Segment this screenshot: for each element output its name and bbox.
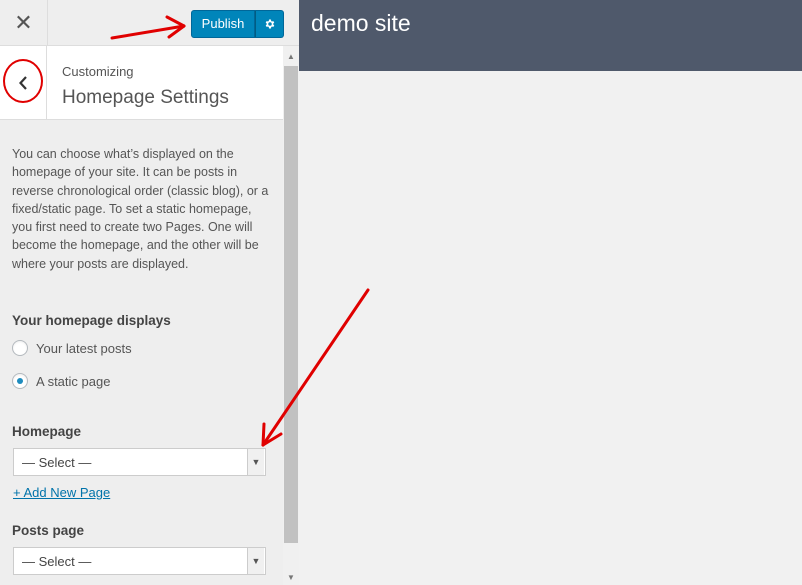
section-description: You can choose what’s displayed on the h… — [12, 147, 269, 271]
customizer-header: ✕ Publish — [0, 0, 299, 46]
posts-page-label: Posts page — [12, 523, 85, 538]
posts-page-select[interactable]: — Select — ▼ — [13, 547, 266, 575]
radio-label: Your latest posts — [36, 340, 132, 356]
section-header: Customizing Homepage Settings — [0, 46, 283, 120]
scroll-down-icon[interactable]: ▼ — [283, 569, 299, 585]
homepage-select[interactable]: — Select — ▼ — [13, 448, 266, 476]
publish-group: Publish — [191, 10, 284, 38]
customizer-panel: ✕ Publish Customizing Homepage Settings … — [0, 0, 299, 585]
section-content: You can choose what’s displayed on the h… — [0, 120, 283, 585]
chevron-down-icon: ▼ — [247, 548, 264, 574]
homepage-displays-label: Your homepage displays — [12, 313, 171, 328]
scroll-up-icon[interactable]: ▲ — [283, 48, 299, 64]
site-header: demo site — [299, 0, 802, 71]
back-button[interactable] — [0, 46, 47, 120]
scrollbar-thumb[interactable] — [284, 66, 298, 543]
section-title: Homepage Settings — [62, 87, 229, 108]
posts-page-select-value: — Select — — [22, 553, 92, 569]
radio-button[interactable] — [12, 340, 28, 356]
radio-button[interactable] — [12, 373, 28, 389]
close-button[interactable]: ✕ — [0, 0, 48, 46]
radio-static-page[interactable]: A static page — [12, 373, 110, 389]
chevron-down-icon: ▼ — [247, 449, 264, 475]
site-title[interactable]: demo site — [311, 10, 411, 37]
site-preview: demo site — [299, 0, 802, 585]
gear-icon — [265, 19, 274, 29]
publish-button[interactable]: Publish — [191, 10, 255, 38]
homepage-select-value: — Select — — [22, 454, 92, 470]
radio-latest-posts[interactable]: Your latest posts — [12, 340, 132, 356]
customizing-label: Customizing — [62, 64, 134, 79]
homepage-label: Homepage — [12, 424, 82, 439]
radio-label: A static page — [36, 373, 111, 389]
add-new-page-link[interactable]: + Add New Page — [13, 485, 110, 500]
annotation-circle — [3, 59, 43, 103]
publish-settings-button[interactable] — [255, 10, 284, 38]
close-icon: ✕ — [14, 10, 33, 35]
panel-scrollbar[interactable]: ▲ ▼ — [283, 46, 299, 585]
